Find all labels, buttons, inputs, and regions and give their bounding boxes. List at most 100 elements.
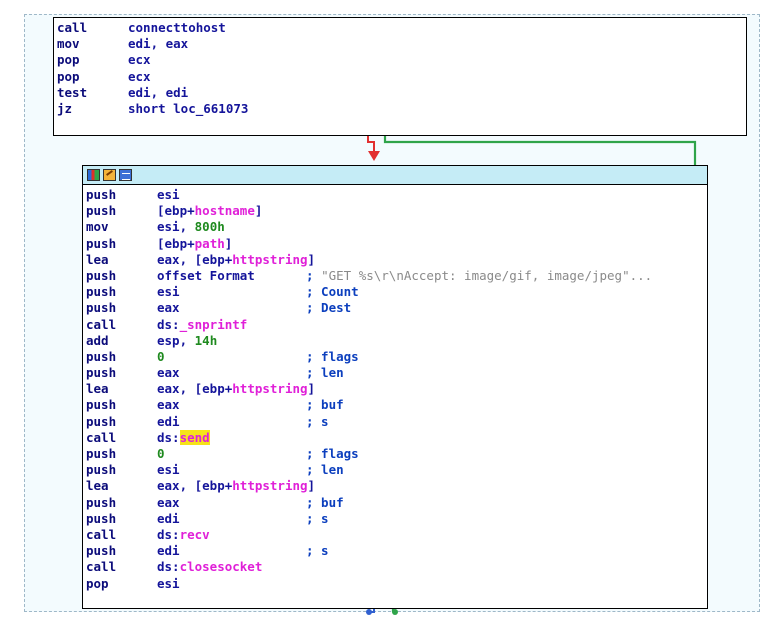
operand-text[interactable]: esi (157, 462, 180, 477)
operand-text[interactable]: ds: (157, 527, 180, 542)
asm-line[interactable]: call ds:recv (86, 527, 707, 543)
asm-mnemonic[interactable]: pop (57, 69, 80, 85)
asm-operands[interactable]: esi (157, 576, 180, 592)
asm-line[interactable]: call ds:_snprintf (86, 317, 707, 333)
asm-mnemonic[interactable]: push (86, 284, 116, 300)
operand-num[interactable]: 0 (157, 446, 165, 461)
asm-mnemonic[interactable]: call (86, 430, 116, 446)
asm-operands[interactable]: [ebp+path] (157, 236, 232, 252)
operand-text[interactable]: short loc_661073 (128, 101, 248, 116)
operand-text[interactable]: eax (157, 495, 180, 510)
asm-line[interactable]: push edi ; s (86, 543, 707, 559)
code-block-top[interactable]: call connecttohost mov edi, eax pop ecx pop ecx… (53, 17, 747, 136)
operand-text[interactable]: edi (157, 414, 180, 429)
operand-sym[interactable]: httpstring (232, 381, 307, 396)
operand-text[interactable]: eax (157, 397, 180, 412)
asm-line[interactable]: pop ecx (57, 69, 746, 85)
asm-mnemonic[interactable]: call (86, 317, 116, 333)
asm-line[interactable]: push eax ; Dest (86, 300, 707, 316)
operand-text[interactable]: eax (157, 300, 180, 315)
asm-operands[interactable]: eax (157, 495, 180, 511)
asm-operands[interactable]: edi, edi (128, 85, 188, 101)
asm-line[interactable]: lea eax, [ebp+httpstring] (86, 252, 707, 268)
asm-line[interactable]: lea eax, [ebp+httpstring] (86, 478, 707, 494)
asm-line[interactable]: push edi ; s (86, 414, 707, 430)
asm-line[interactable]: push offset Format; "GET %s\r\nAccept: im… (86, 268, 707, 284)
asm-line[interactable]: push 0 ; flags (86, 349, 707, 365)
asm-mnemonic[interactable]: push (86, 236, 116, 252)
asm-mnemonic[interactable]: call (86, 559, 116, 575)
graph-canvas[interactable]: call connecttohost mov edi, eax pop ecx pop ecx… (24, 14, 760, 615)
asm-mnemonic[interactable]: lea (86, 252, 109, 268)
asm-line[interactable]: test edi, edi (57, 85, 746, 101)
asm-line[interactable]: push eax ; buf (86, 495, 707, 511)
operand-text[interactable]: ecx (128, 69, 151, 84)
operand-text[interactable]: esi (157, 576, 180, 591)
asm-operands[interactable]: [ebp+hostname] (157, 203, 262, 219)
operand-sym[interactable]: httpstring (232, 252, 307, 267)
operand-num[interactable]: 800h (195, 219, 225, 234)
asm-line[interactable]: push [ebp+hostname] (86, 203, 707, 219)
asm-operands[interactable]: offset Format (157, 268, 255, 284)
operand-sym[interactable]: _snprintf (180, 317, 248, 332)
operand-text[interactable]: ] (308, 381, 316, 396)
asm-mnemonic[interactable]: pop (57, 52, 80, 68)
operand-text[interactable]: [ebp+ (157, 236, 195, 251)
asm-mnemonic[interactable]: push (86, 446, 116, 462)
asm-line[interactable]: jz short loc_661073 (57, 101, 746, 117)
asm-line[interactable]: push [ebp+path] (86, 236, 707, 252)
asm-line[interactable]: call ds:closesocket (86, 559, 707, 575)
asm-line[interactable]: push 0 ; flags (86, 446, 707, 462)
asm-operands[interactable]: eax (157, 397, 180, 413)
asm-operands[interactable]: short loc_661073 (128, 101, 248, 117)
asm-line[interactable]: push esi ; len (86, 462, 707, 478)
asm-line[interactable]: push esi ; Count (86, 284, 707, 300)
operand-text[interactable]: edi (157, 511, 180, 526)
asm-operands[interactable]: ecx (128, 69, 151, 85)
asm-operands[interactable]: 0 (157, 446, 165, 462)
asm-operands[interactable]: eax, [ebp+httpstring] (157, 381, 315, 397)
asm-mnemonic[interactable]: mov (86, 219, 109, 235)
asm-mnemonic[interactable]: push (86, 300, 116, 316)
asm-line[interactable]: pop ecx (57, 52, 746, 68)
operand-text[interactable]: offset Format (157, 268, 255, 283)
asm-line[interactable]: add esp, 14h (86, 333, 707, 349)
asm-operands[interactable]: eax (157, 300, 180, 316)
asm-mnemonic[interactable]: push (86, 462, 116, 478)
asm-operands[interactable]: esp, 14h (157, 333, 217, 349)
asm-mnemonic[interactable]: push (86, 365, 116, 381)
asm-operands[interactable]: 0 (157, 349, 165, 365)
asm-mnemonic[interactable]: push (86, 543, 116, 559)
asm-line[interactable]: call connecttohost (57, 20, 746, 36)
operand-text[interactable]: [ebp+ (157, 203, 195, 218)
asm-line[interactable]: mov esi, 800h (86, 219, 707, 235)
asm-operands[interactable]: edi (157, 511, 180, 527)
operand-sym[interactable]: closesocket (180, 559, 263, 574)
graph-view-icon[interactable] (87, 169, 100, 181)
asm-line[interactable]: lea eax, [ebp+httpstring] (86, 381, 707, 397)
operand-num[interactable]: 14h (195, 333, 218, 348)
operand-text[interactable]: ] (255, 203, 263, 218)
operand-text[interactable]: ] (308, 478, 316, 493)
operand-sym[interactable]: recv (180, 527, 210, 542)
list-view-icon[interactable] (119, 169, 132, 181)
operand-text[interactable]: ds: (157, 317, 180, 332)
asm-operands[interactable]: esi, 800h (157, 219, 225, 235)
asm-operands[interactable]: eax, [ebp+httpstring] (157, 252, 315, 268)
operand-text[interactable]: ] (225, 236, 233, 251)
asm-operands[interactable]: connecttohost (128, 20, 226, 36)
asm-mnemonic[interactable]: call (86, 527, 116, 543)
operand-text[interactable]: connecttohost (128, 20, 226, 35)
operand-text[interactable]: ds: (157, 430, 180, 445)
asm-line[interactable]: push esi (86, 187, 707, 203)
asm-operands[interactable]: eax (157, 365, 180, 381)
asm-mnemonic[interactable]: push (86, 495, 116, 511)
asm-mnemonic[interactable]: push (86, 203, 116, 219)
asm-mnemonic[interactable]: push (86, 511, 116, 527)
operand-text[interactable]: ecx (128, 52, 151, 67)
asm-line[interactable]: push eax ; len (86, 365, 707, 381)
operand-text[interactable]: ds: (157, 559, 180, 574)
operand-num[interactable]: 0 (157, 349, 165, 364)
operand-sym[interactable]: hostname (195, 203, 255, 218)
operand-sym[interactable]: path (195, 236, 225, 251)
